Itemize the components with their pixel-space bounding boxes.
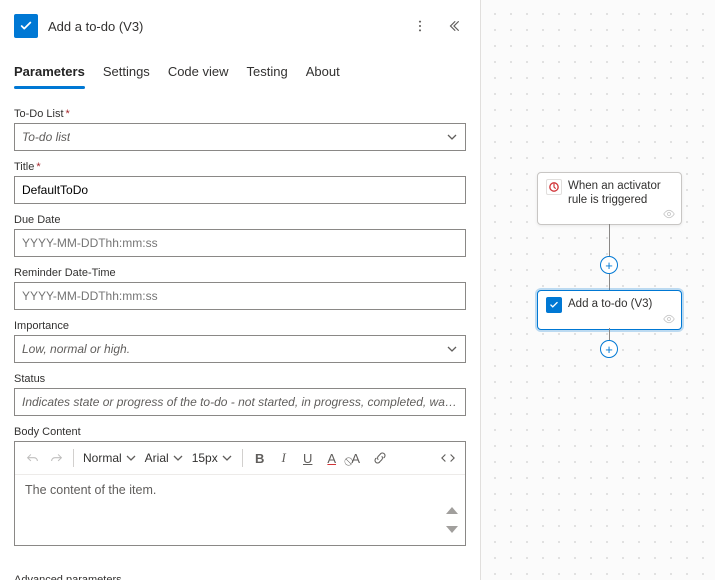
todo-list-label: To-Do List* xyxy=(14,108,466,120)
reminder-label: Reminder Date-Time xyxy=(14,267,466,279)
tab-testing[interactable]: Testing xyxy=(247,58,288,89)
more-button[interactable] xyxy=(408,14,432,38)
title-input[interactable] xyxy=(14,176,466,204)
tab-code-view[interactable]: Code view xyxy=(168,58,229,89)
action-title: Add a to-do (V3) xyxy=(568,297,673,311)
underline-button[interactable]: U xyxy=(297,446,319,470)
panel-header: Add a to-do (V3) xyxy=(14,6,466,46)
status-placeholder: Indicates state or progress of the to-do… xyxy=(22,395,458,409)
body-content-editor: Normal Arial 15px B I U A A⃠ The content… xyxy=(14,441,466,546)
status-label: Status xyxy=(14,373,466,385)
italic-button[interactable]: I xyxy=(273,446,295,470)
body-placeholder: The content of the item. xyxy=(25,483,156,497)
scroll-up-icon[interactable] xyxy=(445,505,459,515)
undo-button[interactable] xyxy=(21,446,43,470)
font-color-button[interactable]: A xyxy=(321,446,343,470)
due-date-label: Due Date xyxy=(14,214,466,226)
parameters-form: To-Do List* To-do list Title* Due Date R… xyxy=(14,108,466,580)
importance-placeholder: Low, normal or high. xyxy=(22,342,130,356)
toolbar-divider xyxy=(73,449,74,467)
code-view-button[interactable] xyxy=(437,446,459,470)
importance-select[interactable]: Low, normal or high. xyxy=(14,335,466,363)
todo-list-select[interactable]: To-do list xyxy=(14,123,466,151)
chevron-down-icon xyxy=(446,131,458,143)
add-step-button[interactable]: + xyxy=(600,256,618,274)
font-size-select[interactable]: 15px xyxy=(189,451,236,465)
editor-toolbar: Normal Arial 15px B I U A A⃠ xyxy=(15,442,465,475)
tab-parameters[interactable]: Parameters xyxy=(14,58,85,89)
trigger-icon xyxy=(546,179,562,195)
tab-about[interactable]: About xyxy=(306,58,340,89)
todo-list-value: To-do list xyxy=(22,130,70,144)
toolbar-divider xyxy=(242,449,243,467)
body-content-label: Body Content xyxy=(14,426,466,438)
chevron-down-icon xyxy=(446,343,458,355)
peek-icon xyxy=(663,313,675,325)
trigger-title: When an activator rule is triggered xyxy=(568,179,673,208)
importance-label: Importance xyxy=(14,320,466,332)
connector-line xyxy=(609,224,610,256)
connector-line xyxy=(609,328,610,340)
reminder-input[interactable] xyxy=(14,282,466,310)
status-select[interactable]: Indicates state or progress of the to-do… xyxy=(14,388,466,416)
due-date-input[interactable] xyxy=(14,229,466,257)
font-style-select[interactable]: Normal xyxy=(80,451,140,465)
tabs: Parameters Settings Code view Testing Ab… xyxy=(14,58,466,90)
collapse-button[interactable] xyxy=(442,14,466,38)
body-content-textarea[interactable]: The content of the item. xyxy=(15,475,465,545)
config-panel: Add a to-do (V3) Parameters Settings Cod… xyxy=(0,0,480,580)
todo-icon xyxy=(546,297,562,313)
action-node[interactable]: Add a to-do (V3) xyxy=(537,290,682,330)
flow-canvas[interactable]: When an activator rule is triggered + Ad… xyxy=(480,0,715,580)
bold-button[interactable]: B xyxy=(249,446,271,470)
connector-line xyxy=(609,274,610,290)
tab-settings[interactable]: Settings xyxy=(103,58,150,89)
panel-title: Add a to-do (V3) xyxy=(48,19,398,34)
todo-icon xyxy=(14,14,38,38)
clear-format-button[interactable]: A⃠ xyxy=(345,446,367,470)
peek-icon xyxy=(663,208,675,220)
advanced-params-label: Advanced parameters xyxy=(14,574,466,580)
link-button[interactable] xyxy=(369,446,391,470)
add-step-button[interactable]: + xyxy=(600,340,618,358)
scroll-down-icon[interactable] xyxy=(445,525,459,535)
redo-button[interactable] xyxy=(45,446,67,470)
title-label: Title* xyxy=(14,161,466,173)
trigger-node[interactable]: When an activator rule is triggered xyxy=(537,172,682,225)
font-family-select[interactable]: Arial xyxy=(142,451,187,465)
